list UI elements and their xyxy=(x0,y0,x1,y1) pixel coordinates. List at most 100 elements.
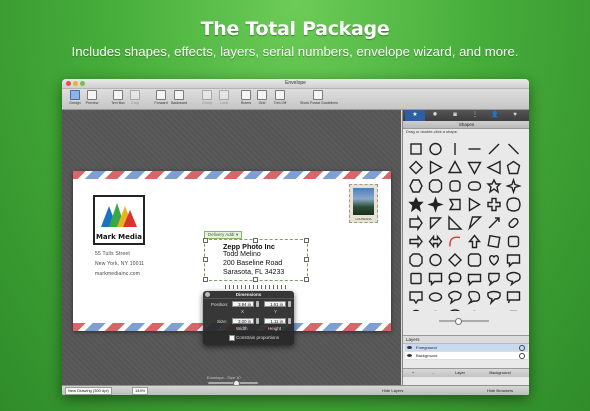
resize-handle[interactable] xyxy=(304,277,309,282)
shape-item[interactable] xyxy=(506,254,521,268)
shape-item[interactable] xyxy=(428,292,443,302)
shape-item[interactable] xyxy=(508,217,519,229)
shape-item[interactable] xyxy=(486,178,502,194)
position-y-field[interactable]: 1.61 in xyxy=(264,301,286,307)
grid-button[interactable]: Grid xyxy=(252,90,272,108)
shape-item[interactable] xyxy=(488,217,500,229)
shape-item[interactable] xyxy=(429,160,443,175)
shape-item[interactable] xyxy=(468,234,481,249)
lock-button[interactable]: Lock xyxy=(214,90,234,108)
resize-handle[interactable] xyxy=(203,257,208,262)
shape-item[interactable] xyxy=(448,290,462,305)
shape-grid[interactable] xyxy=(407,141,525,311)
drawing-select[interactable]: New Drawing (300 dpi) xyxy=(65,387,112,395)
shape-item[interactable] xyxy=(468,197,481,212)
remove-layer-button[interactable]: - xyxy=(429,370,437,376)
shape-item[interactable] xyxy=(449,236,461,247)
resize-handle[interactable] xyxy=(253,277,258,282)
position-x-stepper[interactable] xyxy=(256,301,259,307)
zoom-select[interactable]: 144% xyxy=(132,387,149,395)
shape-item[interactable] xyxy=(408,196,424,213)
shape-item[interactable] xyxy=(409,179,423,193)
shape-item[interactable] xyxy=(467,273,482,287)
shape-item[interactable] xyxy=(429,217,443,230)
postage-stamp[interactable]: LOUISIANA xyxy=(349,184,378,223)
shape-item[interactable] xyxy=(409,160,423,175)
shape-item[interactable] xyxy=(487,290,501,306)
shape-item[interactable] xyxy=(467,290,481,305)
shape-item[interactable] xyxy=(467,181,482,191)
trim-off-button[interactable]: Trim Off xyxy=(270,90,290,108)
delivery-address-tag[interactable]: Delivery Addr ▾ xyxy=(204,231,243,239)
position-y-stepper[interactable] xyxy=(288,301,291,307)
shape-item[interactable] xyxy=(506,197,521,212)
close-icon[interactable] xyxy=(205,292,210,297)
shape-item[interactable] xyxy=(507,235,520,248)
shape-item[interactable] xyxy=(505,177,522,195)
shape-item[interactable] xyxy=(487,197,501,212)
shape-item[interactable] xyxy=(409,214,423,232)
shape-item[interactable] xyxy=(488,143,500,155)
shape-item[interactable] xyxy=(487,234,501,249)
shape-item[interactable] xyxy=(409,253,423,267)
tab-images[interactable]: ◙ xyxy=(445,110,465,121)
add-layer-button[interactable]: + xyxy=(409,370,417,376)
layer-menu[interactable]: Layer xyxy=(449,370,471,376)
resize-handle[interactable] xyxy=(304,238,309,243)
shape-item[interactable] xyxy=(506,160,521,175)
shape-item[interactable] xyxy=(410,309,421,312)
shape-item[interactable] xyxy=(486,160,501,175)
height-stepper[interactable] xyxy=(288,318,291,324)
tab-favorites[interactable]: ♥ xyxy=(505,110,525,121)
shape-size-knob[interactable] xyxy=(455,318,462,325)
constrain-checkbox[interactable] xyxy=(229,335,235,341)
shape-item[interactable] xyxy=(508,143,519,155)
preview-button[interactable]: Preview xyxy=(82,90,102,108)
background-menu[interactable]: Background xyxy=(483,370,517,376)
crop-button[interactable]: Crop xyxy=(125,90,145,108)
shape-item[interactable] xyxy=(428,234,443,249)
shape-item[interactable] xyxy=(488,255,500,266)
shape-size-slider[interactable] xyxy=(439,320,489,322)
position-x-field[interactable]: 3.94 in xyxy=(232,301,254,307)
shape-item[interactable] xyxy=(429,142,442,156)
backward-button[interactable]: Backward xyxy=(169,90,189,108)
search-icon[interactable] xyxy=(519,353,525,359)
design-canvas[interactable]: Mark Media 55 Tulls Street New York, NY … xyxy=(62,110,401,387)
shape-item[interactable] xyxy=(428,272,443,287)
resize-handle[interactable] xyxy=(203,238,208,243)
shape-item[interactable] xyxy=(429,253,442,267)
shape-item[interactable] xyxy=(447,160,463,174)
shape-item[interactable] xyxy=(506,271,521,287)
shape-item[interactable] xyxy=(409,234,423,249)
company-logo[interactable]: Mark Media xyxy=(93,195,145,245)
dimensions-panel[interactable]: Dimensions Position: 3.94 in 1.61 in X Y… xyxy=(203,291,294,345)
shape-item[interactable] xyxy=(448,215,463,230)
search-icon[interactable] xyxy=(519,345,525,351)
shape-library[interactable] xyxy=(407,141,525,311)
shape-item[interactable] xyxy=(409,291,423,305)
eye-icon[interactable] xyxy=(407,346,412,349)
shape-item[interactable] xyxy=(468,216,483,231)
tab-effects[interactable]: ✹ xyxy=(425,110,445,121)
resize-handle[interactable] xyxy=(304,257,309,262)
forward-button[interactable]: Forward xyxy=(151,90,171,108)
shape-item[interactable] xyxy=(448,198,461,211)
height-field[interactable]: 1.11 in xyxy=(264,318,286,324)
shape-item[interactable] xyxy=(448,272,462,285)
hide-layers-button[interactable]: Hide Layers xyxy=(382,387,403,394)
shape-item[interactable] xyxy=(410,143,422,155)
width-field[interactable]: 3.00 in xyxy=(232,318,254,324)
shape-item[interactable] xyxy=(488,272,500,287)
postal-guidelines-button[interactable]: Show Postal Guidelines xyxy=(300,90,338,108)
resize-handle[interactable] xyxy=(203,277,208,282)
tab-contacts[interactable]: 👤 xyxy=(485,110,505,121)
shape-item[interactable] xyxy=(449,180,461,192)
layer-row[interactable]: Background xyxy=(405,352,528,360)
shape-item[interactable] xyxy=(410,272,422,285)
shape-item[interactable] xyxy=(448,253,462,267)
shape-item[interactable] xyxy=(467,253,482,267)
shape-item[interactable] xyxy=(449,309,461,311)
tab-shapes[interactable]: ★ xyxy=(405,110,425,121)
eye-icon[interactable] xyxy=(407,354,412,357)
